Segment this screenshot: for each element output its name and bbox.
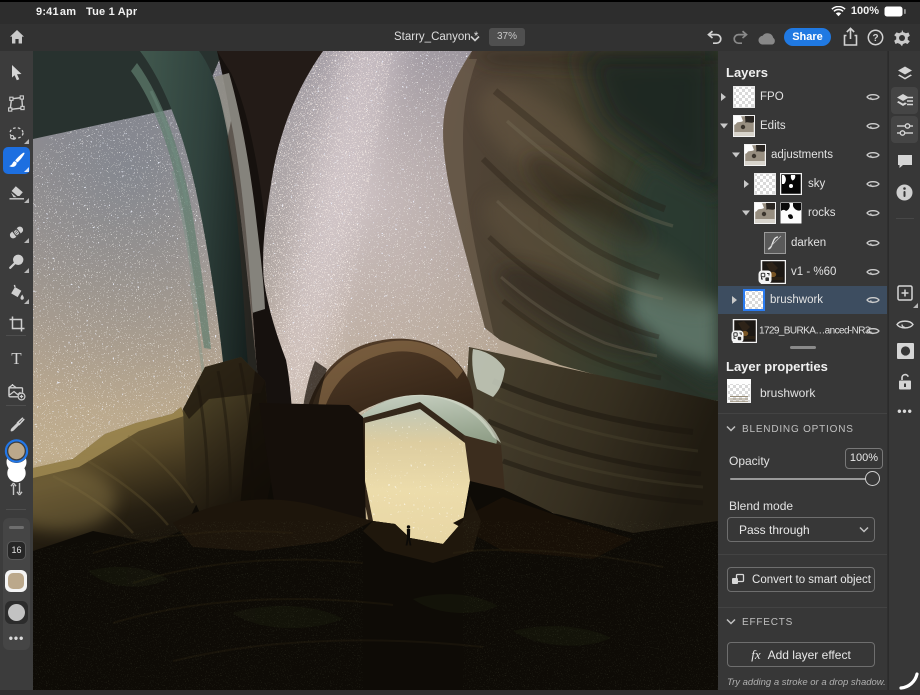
svg-text:?: ? bbox=[872, 33, 878, 44]
